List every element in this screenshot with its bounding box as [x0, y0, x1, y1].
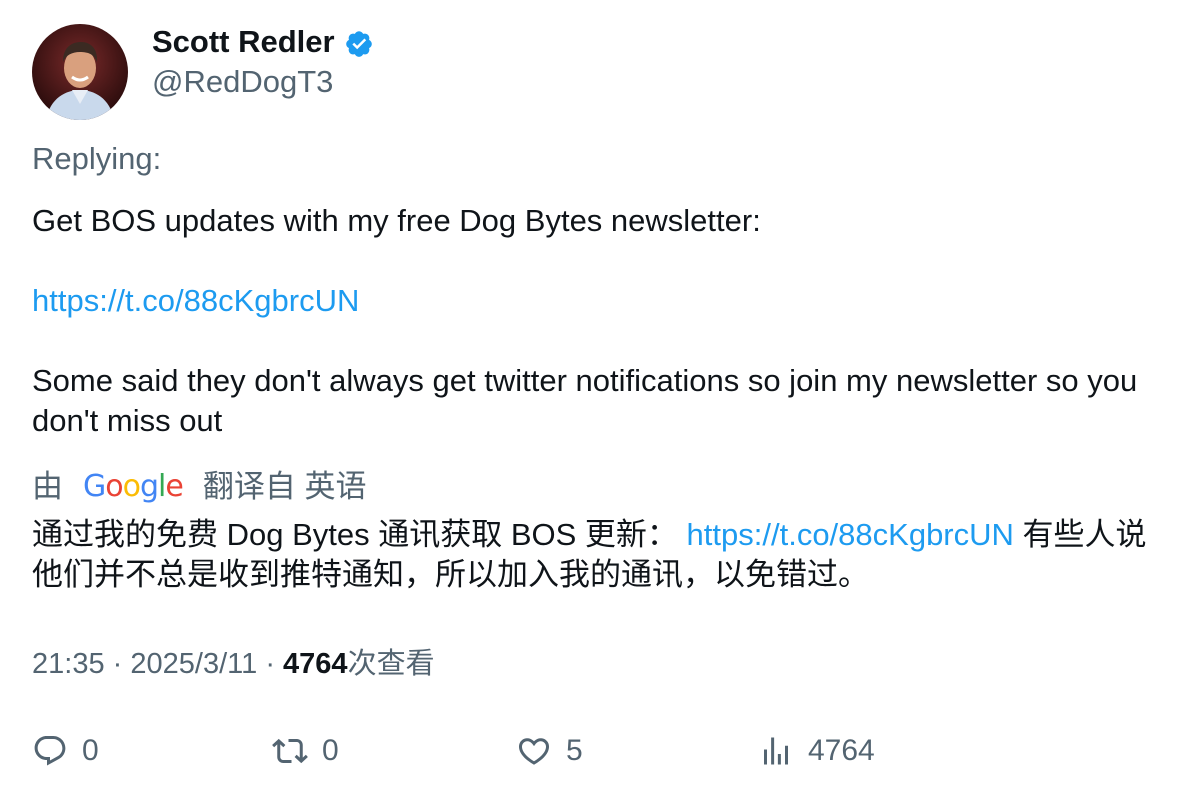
heart-icon — [518, 738, 550, 765]
author-name-text[interactable]: Scott Redler — [152, 22, 335, 62]
translated-by-label: 由 — [32, 469, 63, 504]
like-button[interactable]: 5 — [516, 731, 583, 771]
translation-attribution: 由 Google 翻译自 英语 — [32, 467, 366, 507]
views-label: 次查看 — [347, 648, 435, 680]
views-button[interactable]: 4764 — [758, 731, 875, 771]
replying-label: Replying: — [32, 141, 162, 176]
reply-count: 0 — [82, 734, 99, 767]
like-count: 5 — [566, 734, 583, 767]
google-logo-icon: Google — [83, 469, 184, 504]
retweet-button[interactable]: 0 — [272, 731, 339, 771]
views-chart-icon — [764, 737, 788, 765]
retweet-count: 0 — [322, 734, 339, 767]
reply-button[interactable]: 0 — [32, 731, 99, 771]
avatar[interactable] — [32, 24, 128, 120]
verified-badge-icon — [345, 30, 372, 57]
views-action-count: 4764 — [808, 734, 875, 767]
tweet-line-2: Some said they don't always get twitter … — [32, 363, 1146, 438]
meta-separator: · — [112, 648, 123, 680]
views-count: 4764 — [283, 648, 348, 680]
author-handle[interactable]: @RedDogT3 — [152, 62, 333, 102]
translated-text-part-1: 通过我的免费 Dog Bytes 通讯获取 BOS 更新： — [32, 517, 687, 552]
reply-icon — [34, 736, 66, 766]
retweet-icon — [272, 738, 308, 764]
translated-from-label: 翻译自 英语 — [202, 469, 367, 504]
tweet-time[interactable]: 21:35 — [32, 648, 105, 680]
tweet-text: Get BOS updates with my free Dog Bytes n… — [32, 201, 1152, 441]
tweet-link[interactable]: https://t.co/88cKgbrcUN — [32, 283, 359, 318]
profile-photo-icon — [32, 24, 128, 120]
tweet-date[interactable]: 2025/3/11 — [130, 648, 257, 680]
tweet-meta: 21:35 · 2025/3/11 · 4764次查看 — [32, 644, 435, 684]
author-display-name[interactable]: Scott Redler — [152, 22, 374, 62]
meta-separator: · — [265, 648, 275, 680]
translated-text: 通过我的免费 Dog Bytes 通讯获取 BOS 更新： https://t.… — [32, 515, 1172, 595]
tweet-line-1: Get BOS updates with my free Dog Bytes n… — [32, 203, 761, 238]
translated-link[interactable]: https://t.co/88cKgbrcUN — [687, 517, 1014, 552]
